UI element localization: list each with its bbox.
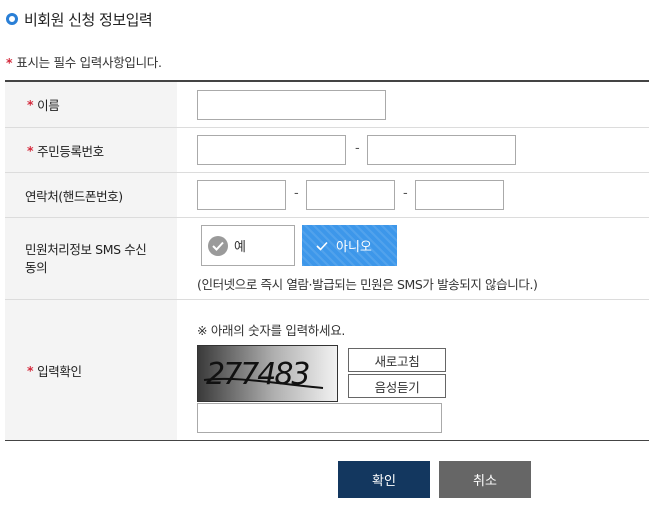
- label-captcha-text: 입력확인: [37, 363, 82, 379]
- label-name-text: 이름: [37, 98, 60, 113]
- captcha-image: 277483: [197, 345, 338, 402]
- captcha-guide: ※ 아래의 숫자를 입력하세요.: [197, 323, 346, 338]
- check-icon: [208, 235, 228, 256]
- captcha-text: 277483: [206, 357, 309, 392]
- name-input[interactable]: [197, 90, 386, 120]
- required-asterisk-icon: *: [6, 55, 13, 70]
- circle-bullet-icon: [6, 13, 18, 25]
- phone-first-input[interactable]: [197, 180, 286, 210]
- sms-yes-option[interactable]: 예: [201, 225, 295, 266]
- required-asterisk-icon: *: [27, 362, 34, 378]
- cancel-button[interactable]: 취소: [439, 461, 531, 498]
- label-captcha: * 입력확인: [5, 300, 177, 440]
- phone-third-input[interactable]: [415, 180, 504, 210]
- label-name: * 이름: [5, 82, 177, 127]
- label-sms-consent: 민원처리정보 SMS 수신 동의: [5, 218, 177, 299]
- sms-no-option[interactable]: 아니오: [302, 225, 397, 266]
- captcha-refresh-button[interactable]: 새로고침: [348, 348, 446, 372]
- row-name: * 이름: [5, 82, 649, 128]
- label-phone: 연락처(핸드폰번호): [5, 173, 177, 217]
- row-captcha: * 입력확인 ※ 아래의 숫자를 입력하세요. 277483 새로고침 음성듣기: [5, 300, 649, 440]
- label-resident-no-text: 주민등록번호: [37, 143, 104, 159]
- required-notice: * 표시는 필수 입력사항입니다.: [6, 52, 162, 71]
- sms-no-label: 아니오: [336, 240, 372, 255]
- required-notice-text: 표시는 필수 입력사항입니다.: [16, 55, 162, 70]
- row-resident-no: * 주민등록번호 -: [5, 128, 649, 173]
- page-title: 비회원 신청 정보입력: [6, 8, 153, 30]
- row-sms-consent: 민원처리정보 SMS 수신 동의 예 아니오 (인터넷으로 즉시 열람·발급되는…: [5, 218, 649, 300]
- phone-separator-1: -: [294, 186, 299, 201]
- cell-resident-no: -: [177, 128, 649, 172]
- cell-name: [177, 82, 649, 127]
- required-asterisk-icon: *: [27, 142, 34, 158]
- captcha-input[interactable]: [197, 403, 442, 433]
- cell-phone: - -: [177, 173, 649, 217]
- cell-captcha: ※ 아래의 숫자를 입력하세요. 277483 새로고침 음성듣기: [177, 300, 649, 440]
- check-icon: [312, 236, 332, 256]
- sms-yes-label: 예: [234, 240, 246, 255]
- page-title-text: 비회원 신청 정보입력: [24, 10, 153, 29]
- row-phone: 연락처(핸드폰번호) - -: [5, 173, 649, 218]
- phone-second-input[interactable]: [306, 180, 395, 210]
- resident-no-first-input[interactable]: [197, 135, 346, 165]
- required-asterisk-icon: *: [27, 97, 34, 112]
- captcha-audio-button[interactable]: 음성듣기: [348, 374, 446, 398]
- applicant-form: * 이름 * 주민등록번호 - 연락처(핸드폰번호) - - 민원처리정보 SM…: [5, 80, 649, 441]
- cell-sms-consent: 예 아니오 (인터넷으로 즉시 열람·발급되는 민원은 SMS가 발송되지 않습…: [177, 218, 649, 299]
- resident-no-separator: -: [355, 141, 360, 156]
- sms-notice: (인터넷으로 즉시 열람·발급되는 민원은 SMS가 발송되지 않습니다.): [197, 277, 538, 292]
- label-resident-no: * 주민등록번호: [5, 128, 177, 172]
- resident-no-second-input[interactable]: [367, 135, 516, 165]
- label-sms-consent-text: 민원처리정보 SMS 수신 동의: [25, 241, 147, 275]
- confirm-button[interactable]: 확인: [338, 461, 430, 498]
- phone-separator-2: -: [403, 186, 408, 201]
- label-phone-text: 연락처(핸드폰번호): [25, 188, 123, 204]
